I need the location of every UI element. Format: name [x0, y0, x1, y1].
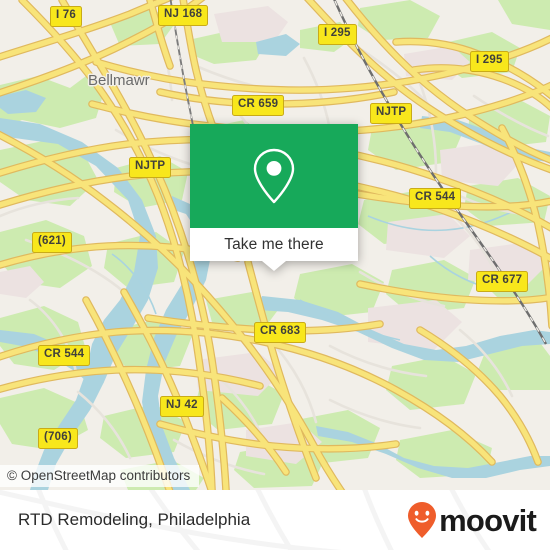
- road-shield-cr659[interactable]: CR 659: [232, 95, 285, 116]
- road-shield-i295-east[interactable]: I 295: [470, 51, 509, 72]
- moovit-wordmark: moovit: [439, 502, 537, 538]
- road-shield-cr683[interactable]: CR 683: [254, 322, 307, 343]
- take-me-there-button[interactable]: Take me there: [190, 228, 358, 261]
- map-screenshot: Bellmawr I 76 NJ 168 I 295 I 295 CR 659 …: [0, 0, 550, 550]
- road-shield-cr677[interactable]: CR 677: [476, 271, 529, 292]
- map-canvas[interactable]: Bellmawr I 76 NJ 168 I 295 I 295 CR 659 …: [0, 0, 550, 490]
- place-label-bellmawr: Bellmawr: [88, 72, 150, 89]
- footer-bar: RTD Remodeling, Philadelphia moovit: [0, 490, 550, 550]
- road-shield-nj42[interactable]: NJ 42: [160, 396, 204, 417]
- road-shield-cr544-east[interactable]: CR 544: [409, 188, 462, 209]
- road-shield-i295-west[interactable]: I 295: [318, 24, 357, 45]
- take-me-there-label: Take me there: [224, 235, 324, 253]
- road-shield-nj168[interactable]: NJ 168: [158, 5, 209, 26]
- road-shield-621[interactable]: (621): [32, 232, 72, 253]
- location-callout-card[interactable]: Take me there: [190, 124, 358, 271]
- location-pin-icon: [253, 148, 295, 204]
- moovit-logo[interactable]: moovit: [407, 501, 537, 539]
- osm-attribution[interactable]: © OpenStreetMap contributors: [0, 465, 200, 487]
- road-shield-njtp-north[interactable]: NJTP: [370, 103, 413, 124]
- callout-icon-area: [190, 124, 358, 228]
- page-title: RTD Remodeling, Philadelphia: [18, 510, 251, 529]
- road-shield-706[interactable]: (706): [38, 428, 78, 449]
- road-shield-njtp-west[interactable]: NJTP: [129, 157, 172, 178]
- road-shield-cr544-west[interactable]: CR 544: [38, 345, 91, 366]
- moovit-smiley-pin-icon: [408, 502, 437, 538]
- road-shield-i76[interactable]: I 76: [50, 6, 82, 27]
- callout-pointer-tail: [262, 261, 286, 271]
